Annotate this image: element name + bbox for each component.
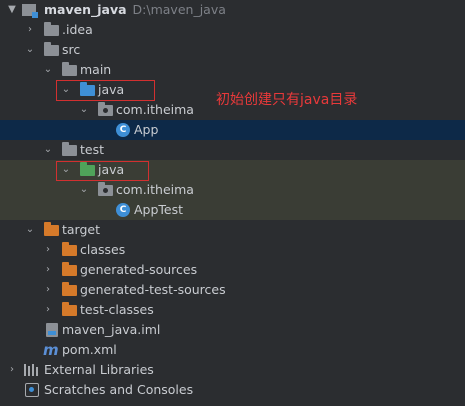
tree-row-src[interactable]: ⌄ src xyxy=(0,40,465,60)
excluded-folder-icon xyxy=(62,242,77,256)
tree-label-main: main xyxy=(80,62,112,77)
tree-row-classes[interactable]: › classes xyxy=(0,240,465,260)
excluded-folder-icon xyxy=(62,262,77,276)
tree-label-test: test xyxy=(80,142,105,157)
folder-icon xyxy=(44,42,59,56)
tree-label-target: target xyxy=(62,222,101,237)
folder-icon xyxy=(62,142,77,156)
chevron-down-icon[interactable]: ⌄ xyxy=(60,80,72,100)
iml-file-icon xyxy=(46,323,58,337)
project-path: D:\maven_java xyxy=(132,2,226,17)
folder-icon xyxy=(44,22,59,36)
module-icon xyxy=(22,4,38,18)
tree-row-generated-sources[interactable]: › generated-sources xyxy=(0,260,465,280)
tree-label-apptest: AppTest xyxy=(134,202,184,217)
tree-row-test-package[interactable]: ⌄ com.itheima xyxy=(0,180,465,200)
tree-label-test-package: com.itheima xyxy=(116,182,194,197)
tree-label-scratches: Scratches and Consoles xyxy=(44,382,194,397)
project-tree: ▼ maven_java D:\maven_java › .idea ⌄ src … xyxy=(0,0,465,400)
excluded-folder-icon xyxy=(62,302,77,316)
chevron-down-icon[interactable]: ⌄ xyxy=(24,40,36,60)
source-folder-icon xyxy=(80,82,95,96)
tree-row-iml[interactable]: maven_java.iml xyxy=(0,320,465,340)
tree-label-classes: classes xyxy=(80,242,126,257)
java-class-icon: C xyxy=(116,203,130,217)
tree-label-test-classes: test-classes xyxy=(80,302,154,317)
tree-label-src: src xyxy=(62,42,81,57)
tree-row-generated-test-sources[interactable]: › generated-test-sources xyxy=(0,280,465,300)
project-name: maven_java xyxy=(44,2,127,17)
tree-row-apptest[interactable]: C AppTest xyxy=(0,200,465,220)
chevron-down-icon[interactable]: ⌄ xyxy=(42,60,54,80)
tree-label-generated-test-sources: generated-test-sources xyxy=(80,282,226,297)
chevron-right-icon[interactable]: › xyxy=(42,240,54,260)
test-source-folder-icon xyxy=(80,162,95,176)
chevron-right-icon[interactable]: › xyxy=(24,20,36,40)
excluded-folder-icon xyxy=(62,282,77,296)
chevron-right-icon[interactable]: › xyxy=(42,260,54,280)
tree-label-main-java: java xyxy=(98,82,125,97)
excluded-folder-icon xyxy=(44,222,59,236)
chevron-down-icon[interactable]: ⌄ xyxy=(24,220,36,240)
chevron-down-icon[interactable]: ⌄ xyxy=(42,140,54,160)
tree-row-test-java[interactable]: ⌄ java xyxy=(0,160,465,180)
tree-row-test-classes[interactable]: › test-classes xyxy=(0,300,465,320)
scratches-icon xyxy=(25,383,39,397)
tree-label-iml: maven_java.iml xyxy=(62,322,161,337)
chevron-down-icon[interactable]: ⌄ xyxy=(78,100,90,120)
tree-label-main-package: com.itheima xyxy=(116,102,194,117)
package-icon xyxy=(98,102,113,116)
annotation-text: 初始创建只有java目录 xyxy=(216,92,358,108)
tree-row-app[interactable]: C App xyxy=(0,120,465,140)
tree-row-main[interactable]: ⌄ main xyxy=(0,60,465,80)
tree-row-project-root[interactable]: ▼ maven_java D:\maven_java xyxy=(0,0,465,20)
tree-row-idea[interactable]: › .idea xyxy=(0,20,465,40)
package-icon xyxy=(98,182,113,196)
tree-label-generated-sources: generated-sources xyxy=(80,262,198,277)
tree-row-scratches[interactable]: Scratches and Consoles xyxy=(0,380,465,400)
tree-row-external-libraries[interactable]: › External Libraries xyxy=(0,360,465,380)
chevron-down-icon[interactable]: ⌄ xyxy=(78,180,90,200)
chevron-right-icon[interactable]: › xyxy=(42,300,54,320)
maven-icon: m xyxy=(43,341,59,359)
tree-label-pom: pom.xml xyxy=(62,342,117,357)
folder-icon xyxy=(62,62,77,76)
tree-label-external-libraries: External Libraries xyxy=(44,362,154,377)
java-class-icon: C xyxy=(116,123,130,137)
chevron-down-icon[interactable]: ▼ xyxy=(6,0,18,20)
tree-label-idea: .idea xyxy=(62,22,93,37)
tree-row-test[interactable]: ⌄ test xyxy=(0,140,465,160)
chevron-down-icon[interactable]: ⌄ xyxy=(60,160,72,180)
chevron-right-icon[interactable]: › xyxy=(42,280,54,300)
chevron-right-icon[interactable]: › xyxy=(6,360,18,380)
tree-row-target[interactable]: ⌄ target xyxy=(0,220,465,240)
tree-row-pom[interactable]: m pom.xml xyxy=(0,340,465,360)
tree-label-test-java: java xyxy=(98,162,125,177)
tree-label-app: App xyxy=(134,122,159,137)
library-icon xyxy=(24,364,40,376)
